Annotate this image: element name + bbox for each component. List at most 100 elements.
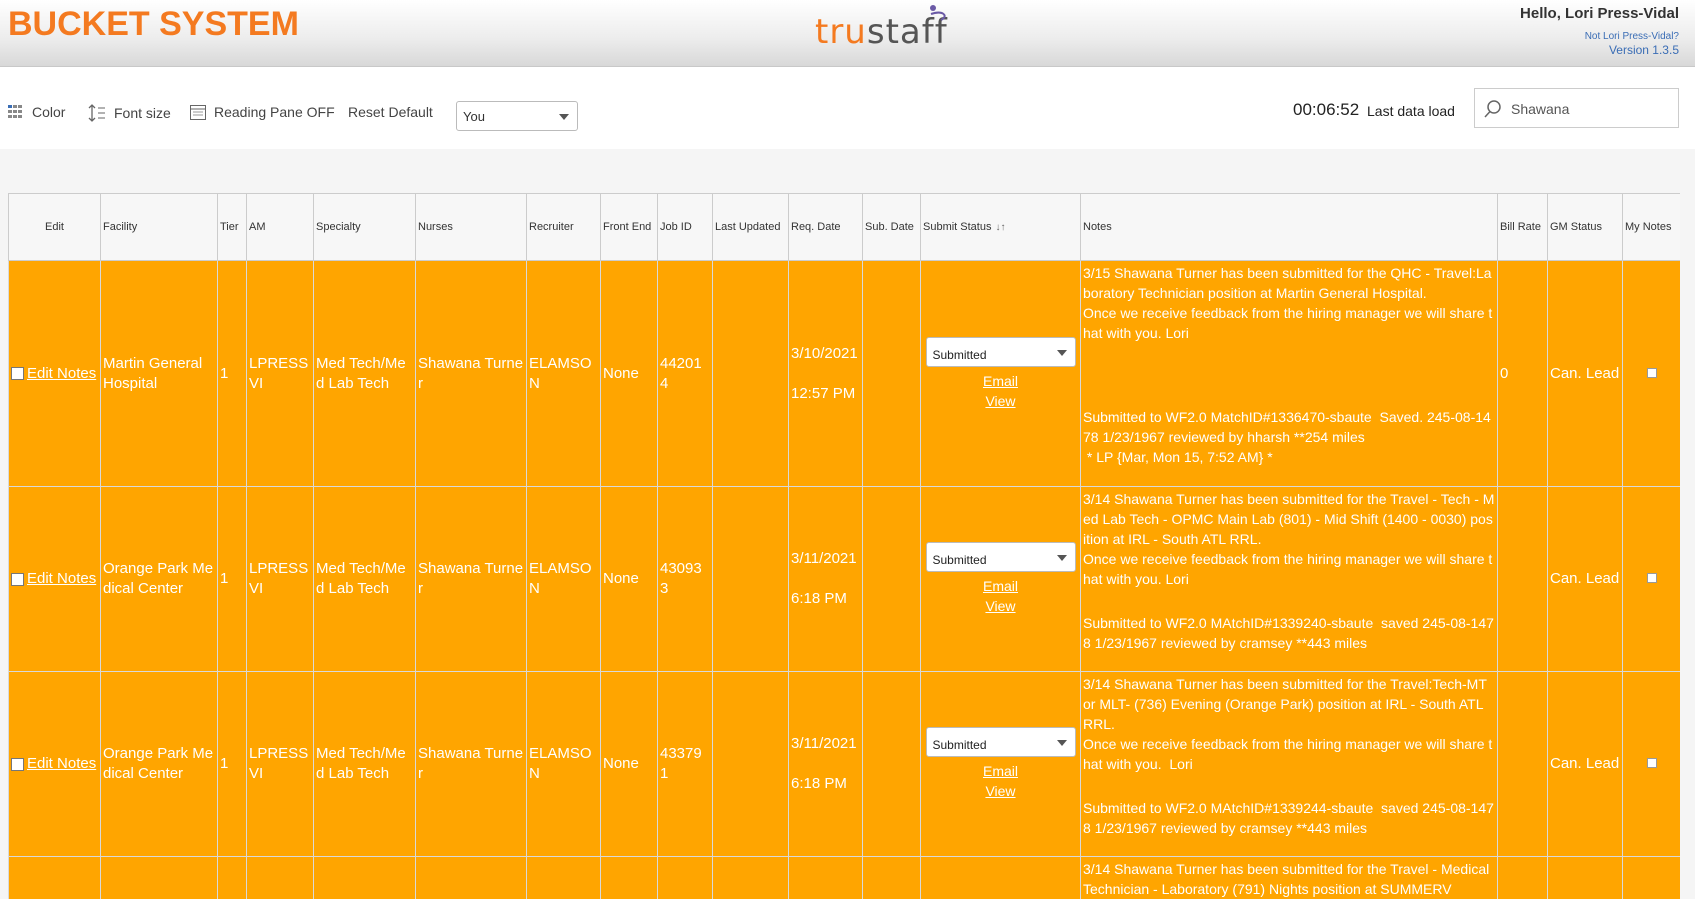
col-specialty[interactable]: Specialty	[313, 193, 416, 261]
font-size-button[interactable]: Font size	[88, 104, 171, 122]
submit-status-cell: Submitted Email View	[920, 671, 1081, 857]
chevron-down-icon	[559, 114, 569, 120]
my-notes-cell	[1622, 671, 1680, 857]
submit-status-select[interactable]: Submitted	[925, 542, 1076, 572]
app-title: BUCKET SYSTEM	[8, 5, 299, 43]
search-icon	[1484, 100, 1501, 118]
col-submit-status[interactable]: Submit Status ↓↑	[920, 193, 1081, 261]
user-greeting: Hello, Lori Press-Vidal	[1520, 5, 1679, 22]
job-id-cell: 430933	[657, 486, 713, 672]
col-last-updated[interactable]: Last Updated	[712, 193, 789, 261]
col-job-id[interactable]: Job ID	[657, 193, 713, 261]
not-user-link[interactable]: Not Lori Press-Vidal?	[1585, 31, 1679, 42]
submit-status-cell: Submitted Email View	[920, 260, 1081, 487]
submit-status-cell: Submitted Email View	[920, 486, 1081, 672]
notes-submission: 3/14 Shawana Turner has been submitted f…	[1083, 676, 1493, 772]
empty-cell	[313, 856, 416, 899]
col-req-date[interactable]: Req. Date	[788, 193, 863, 261]
notes-cell: 3/14 Shawana Turner has been submitted f…	[1080, 671, 1498, 857]
note-icon[interactable]	[1646, 573, 1657, 583]
empty-cell	[788, 856, 863, 899]
sub-date-cell	[862, 486, 921, 672]
font-size-icon	[88, 104, 105, 122]
table-row[interactable]: Edit Notes Orange Park Medical Center 1 LPR…	[8, 486, 1680, 672]
col-nurses[interactable]: Nurses	[415, 193, 527, 261]
empty-cell	[217, 856, 247, 899]
view-link[interactable]: View	[985, 783, 1015, 799]
empty-cell	[862, 856, 921, 899]
last-updated-cell	[712, 260, 789, 487]
refresh-timer: 00:06:52	[1293, 100, 1360, 119]
bill-rate-cell	[1497, 671, 1548, 857]
owner-select[interactable]: You	[456, 101, 578, 131]
edit-notes-link[interactable]: Edit Notes	[27, 755, 96, 772]
nurse-cell: Shawana Turner	[415, 671, 527, 857]
note-icon[interactable]	[1646, 758, 1657, 768]
view-link[interactable]: View	[985, 598, 1015, 614]
submit-status-select[interactable]: Submitted	[925, 727, 1076, 757]
req-date-cell: 3/11/2021 6:18 PM	[788, 486, 863, 672]
table-row[interactable]: 3/14 Shawana Turner has been submitted f…	[8, 856, 1680, 899]
col-recruiter[interactable]: Recruiter	[526, 193, 601, 261]
col-facility[interactable]: Facility	[100, 193, 218, 261]
gm-status-cell: Can. Lead	[1547, 671, 1623, 857]
col-tier[interactable]: Tier	[217, 193, 247, 261]
color-button[interactable]: Color	[8, 104, 65, 120]
notes-cell: 3/14 Shawana Turner has been submitted f…	[1080, 856, 1498, 899]
notes-match: Submitted to WF2.0 MAtchID#1339244-sbaut…	[1083, 800, 1494, 836]
nurse-cell: Shawana Turner	[415, 260, 527, 487]
table-header-row: Edit Facility Tier AM Specialty Nurses R…	[8, 193, 1680, 261]
chevron-down-icon	[1056, 349, 1067, 356]
row-checkbox[interactable]	[11, 367, 24, 381]
row-checkbox[interactable]	[11, 572, 24, 586]
last-data-load-label: Last data load	[1367, 103, 1455, 119]
facility-cell: Orange Park Medical Center	[100, 671, 218, 857]
search-box[interactable]	[1474, 88, 1679, 128]
col-my-notes[interactable]: My Notes	[1622, 193, 1680, 261]
chevron-down-icon	[1056, 555, 1067, 561]
empty-cell	[8, 856, 101, 899]
col-gm-status[interactable]: GM Status	[1547, 193, 1623, 261]
reading-pane-button[interactable]: Reading Pane OFF	[190, 104, 335, 120]
reading-pane-label: Reading Pane OFF	[214, 104, 335, 120]
color-label: Color	[32, 104, 66, 120]
job-id-cell: 433791	[657, 671, 713, 857]
logo-mark-icon	[930, 5, 946, 21]
bill-rate-cell: 0	[1497, 260, 1548, 487]
edit-notes-link[interactable]: Edit Notes	[27, 570, 96, 587]
col-front-end[interactable]: Front End	[600, 193, 658, 261]
req-date-cell: 3/11/2021 6:18 PM	[788, 671, 863, 857]
row-checkbox[interactable]	[11, 757, 24, 771]
col-notes[interactable]: Notes	[1080, 193, 1498, 261]
bucket-grid: Edit Facility Tier AM Specialty Nurses R…	[8, 193, 1680, 899]
view-link[interactable]: View	[985, 393, 1015, 409]
reset-default-label: Reset Default	[348, 104, 433, 120]
req-date: 3/11/2021	[791, 550, 857, 567]
col-edit[interactable]: Edit	[8, 193, 101, 261]
last-updated-cell	[712, 486, 789, 672]
email-link[interactable]: Email	[983, 763, 1018, 779]
reading-pane-icon	[190, 104, 206, 120]
toolbar: Color Font size Reading Pane OFF Reset D…	[0, 67, 1695, 149]
nurse-cell: Shawana Turner	[415, 486, 527, 672]
notes-match: Submitted to WF2.0 MatchID#1336470-sbaut…	[1083, 409, 1491, 465]
col-bill-rate[interactable]: Bill Rate	[1497, 193, 1548, 261]
reset-default-button[interactable]: Reset Default	[348, 104, 433, 120]
edit-notes-link[interactable]: Edit Notes	[27, 365, 96, 382]
col-sub-date[interactable]: Sub. Date	[862, 193, 921, 261]
empty-cell	[920, 856, 1081, 899]
note-icon[interactable]	[1646, 367, 1657, 378]
tier-cell: 1	[217, 671, 247, 857]
email-link[interactable]: Email	[983, 578, 1018, 594]
table-row[interactable]: Edit Notes Orange Park Medical Center 1 LPR…	[8, 671, 1680, 857]
col-am[interactable]: AM	[246, 193, 314, 261]
edit-cell: Edit Notes	[8, 671, 101, 857]
empty-cell	[526, 856, 601, 899]
font-size-label: Font size	[114, 105, 171, 121]
email-link[interactable]: Email	[983, 373, 1018, 389]
facility-cell: Martin General Hospital	[100, 260, 218, 487]
search-input[interactable]	[1509, 97, 1673, 121]
table-row[interactable]: Edit Notes Martin General Hospital 1 LPRESS…	[8, 260, 1680, 487]
submit-status-select[interactable]: Submitted	[925, 336, 1076, 367]
req-date: 3/10/2021	[791, 344, 858, 362]
